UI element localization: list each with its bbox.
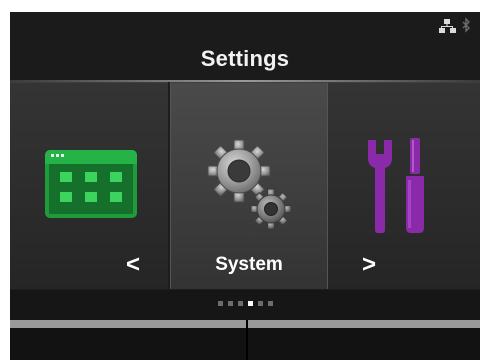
menu-item-label: System — [215, 254, 283, 275]
previous-arrow-button[interactable]: < — [126, 251, 140, 279]
page-dot — [267, 301, 273, 306]
page-dot — [257, 301, 263, 306]
menu-carousel: < System > — [10, 82, 480, 290]
bluetooth-icon — [462, 17, 470, 33]
page-dot-active — [247, 301, 253, 306]
header-bar: Settings — [10, 12, 480, 80]
left-softkey[interactable] — [10, 328, 246, 360]
gears-icon — [207, 139, 292, 230]
page-indicator — [10, 298, 480, 310]
right-softkey[interactable] — [248, 328, 480, 360]
tools-icon — [368, 138, 424, 233]
softkey-divider — [246, 320, 248, 360]
menu-tile-next[interactable]: > — [328, 82, 480, 289]
status-icons — [436, 16, 476, 36]
calendar-grid-icon — [45, 150, 137, 218]
network-icon — [439, 19, 456, 33]
page-dot — [237, 301, 243, 306]
menu-tile-system[interactable]: System — [170, 82, 328, 289]
page-dot — [227, 301, 233, 306]
page-title: Settings — [200, 46, 290, 71]
next-arrow-button[interactable]: > — [362, 251, 376, 279]
printer-lcd-screen: Settings < System > — [10, 12, 480, 360]
softkey-bar — [10, 320, 480, 328]
page-dot — [217, 301, 223, 306]
menu-tile-previous[interactable]: < — [10, 82, 168, 289]
